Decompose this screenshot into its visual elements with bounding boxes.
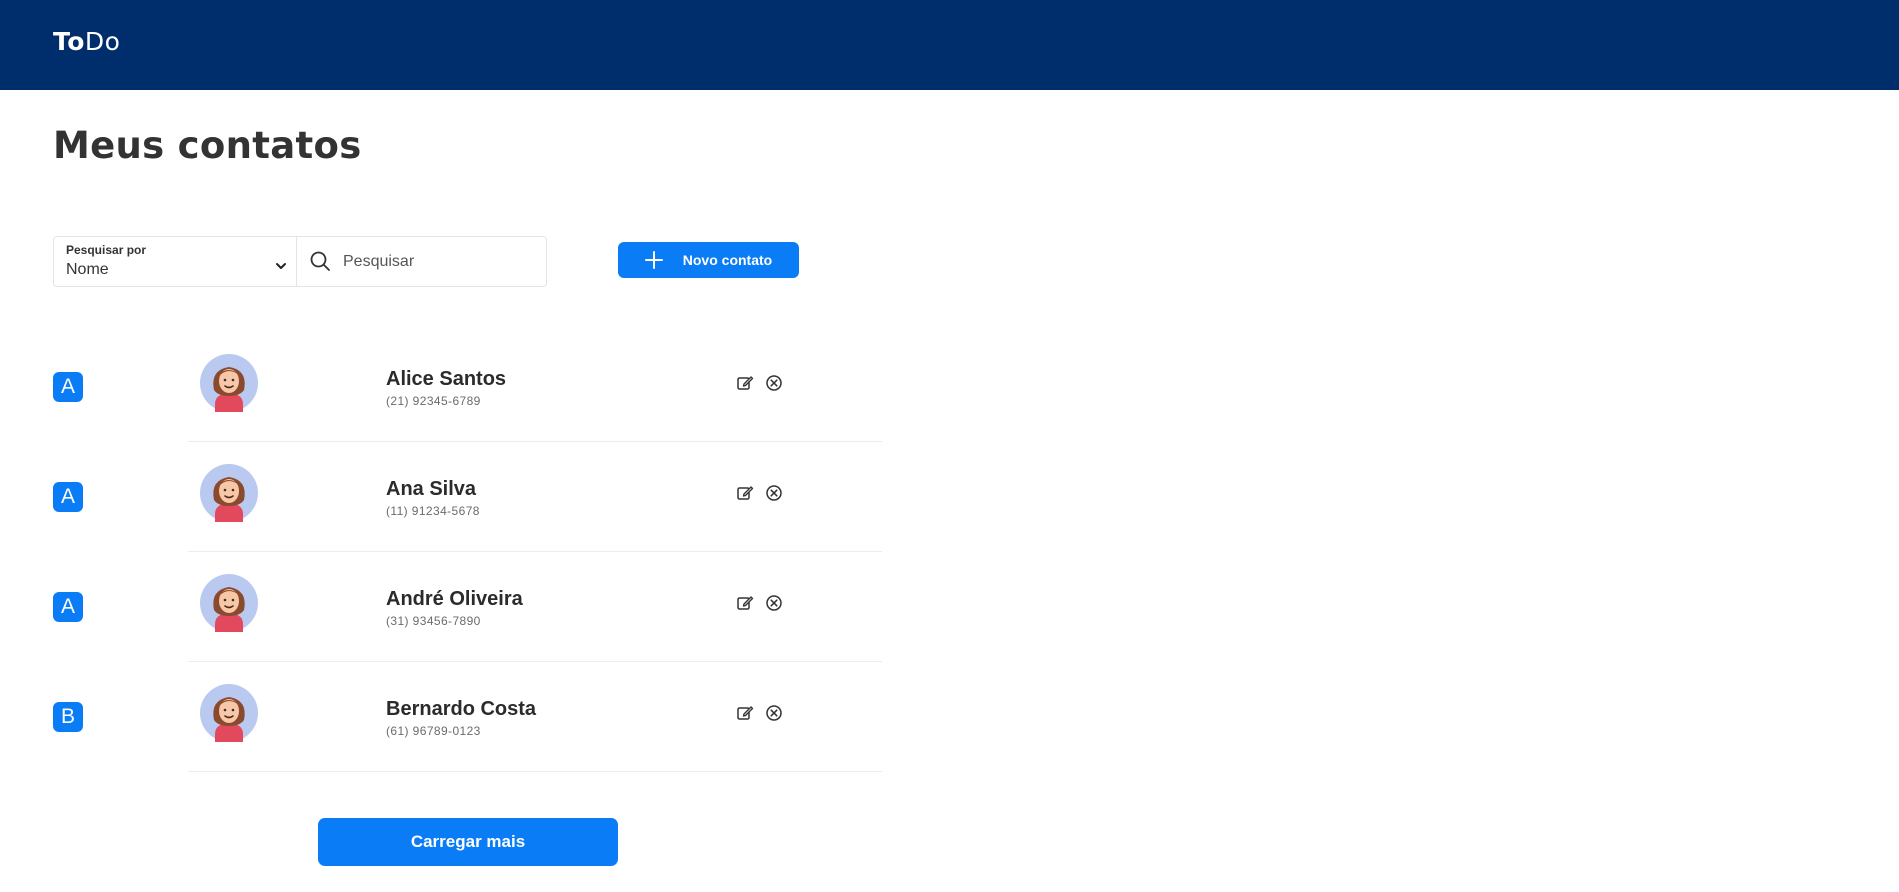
letter-badge: A: [53, 372, 83, 402]
letter-badge: A: [53, 482, 83, 512]
contact-row: A Alice Santos (21) 92345-6789: [0, 338, 900, 448]
search-by-value: Nome: [66, 261, 109, 278]
edit-icon[interactable]: [736, 704, 754, 722]
search-field: [297, 237, 546, 286]
search-by-label: Pesquisar por: [66, 243, 147, 257]
load-more-button[interactable]: Carregar mais: [318, 818, 618, 866]
search-icon: [310, 251, 330, 271]
search-input[interactable]: [341, 237, 545, 286]
edit-icon[interactable]: [736, 594, 754, 612]
contact-phone: (11) 91234-5678: [386, 504, 480, 518]
delete-icon[interactable]: [765, 374, 783, 392]
new-contact-button[interactable]: Novo contato: [618, 242, 799, 278]
contact-name: Ana Silva: [386, 478, 477, 500]
contact-name: Alice Santos: [386, 368, 507, 390]
delete-icon[interactable]: [765, 594, 783, 612]
logo-to: To: [53, 27, 85, 56]
avatar-icon: [200, 684, 258, 742]
row-divider: [188, 771, 882, 772]
plus-icon: [644, 251, 663, 269]
contact-phone: (21) 92345-6789: [386, 394, 481, 408]
avatar-icon: [200, 464, 258, 522]
contact-name: André Oliveira: [386, 588, 523, 610]
row-divider: [188, 661, 882, 662]
contact-row: A André Oliveira (31) 93456-7890: [0, 558, 900, 668]
search-bar: Pesquisar por Nome: [53, 236, 547, 287]
avatar-icon: [200, 574, 258, 632]
row-divider: [188, 551, 882, 552]
search-by-select[interactable]: Pesquisar por Nome: [54, 237, 297, 286]
page-title: Meus contatos: [53, 124, 362, 167]
contact-phone: (31) 93456-7890: [386, 614, 481, 628]
edit-icon[interactable]: [736, 374, 754, 392]
app-logo[interactable]: ToDo: [53, 27, 120, 56]
contact-name: Bernardo Costa: [386, 698, 537, 720]
avatar-icon: [200, 354, 258, 412]
top-bar: ToDo: [0, 0, 1899, 90]
edit-icon[interactable]: [736, 484, 754, 502]
new-contact-label: Novo contato: [682, 252, 773, 268]
chevron-down-icon: [276, 263, 286, 269]
row-divider: [188, 441, 882, 442]
contact-phone: (61) 96789-0123: [386, 724, 481, 738]
logo-do: Do: [84, 27, 121, 56]
letter-badge: B: [53, 702, 83, 732]
contact-row: A Ana Silva (11) 91234-5678: [0, 448, 900, 558]
contact-row: B Bernardo Costa (61) 96789-0123: [0, 668, 900, 778]
letter-badge: A: [53, 592, 83, 622]
delete-icon[interactable]: [765, 704, 783, 722]
delete-icon[interactable]: [765, 484, 783, 502]
